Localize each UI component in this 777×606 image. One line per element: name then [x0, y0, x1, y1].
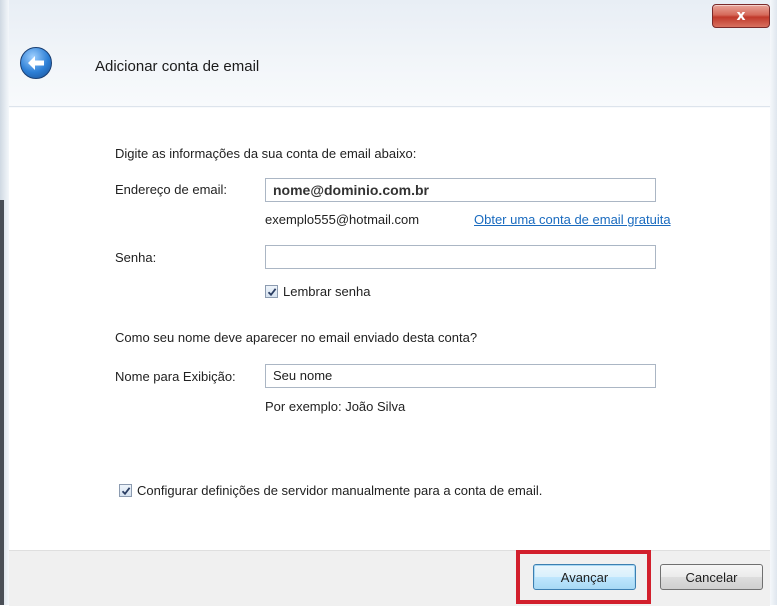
display-name-question: Como seu nome deve aparecer no email env… [115, 330, 478, 345]
email-example-text: exemplo555@hotmail.com [265, 212, 420, 227]
remember-password-label: Lembrar senha [283, 284, 371, 299]
remember-password-checkbox[interactable]: Lembrar senha [265, 284, 370, 299]
back-arrow-icon [28, 56, 44, 70]
display-name-field[interactable]: Seu nome [265, 364, 656, 388]
checkbox-box[interactable] [265, 285, 278, 298]
close-icon: x [736, 8, 746, 24]
password-field[interactable] [265, 245, 656, 269]
title-area [9, 0, 777, 108]
window-right-border [770, 0, 777, 605]
display-name-example: Por exemplo: João Silva [265, 399, 406, 414]
close-button[interactable]: x [712, 4, 770, 28]
header-divider [9, 106, 770, 107]
button-bar [9, 550, 770, 606]
back-button[interactable] [20, 47, 52, 79]
next-button-highlight [516, 550, 651, 604]
page-title: Adicionar conta de email [95, 58, 260, 75]
email-label: Endereço de email: [115, 182, 228, 197]
email-field[interactable]: nome@dominio.com.br [265, 178, 656, 202]
background-window-edge [0, 200, 4, 605]
manual-config-checkbox[interactable]: Configurar definições de servidor manual… [119, 483, 542, 498]
cancel-button[interactable]: Cancelar [660, 564, 763, 590]
manual-config-label: Configurar definições de servidor manual… [137, 483, 543, 498]
password-label: Senha: [115, 250, 157, 265]
checkbox-box[interactable] [119, 484, 132, 497]
checkmark-icon [121, 486, 130, 495]
dialog-window: x Adicionar conta de email Digite as inf… [0, 0, 777, 606]
checkmark-icon [267, 287, 276, 296]
free-account-link[interactable]: Obter uma conta de email gratuita [474, 212, 671, 227]
intro-text: Digite as informações da sua conta de em… [115, 146, 417, 161]
display-name-label: Nome para Exibição: [115, 369, 236, 384]
